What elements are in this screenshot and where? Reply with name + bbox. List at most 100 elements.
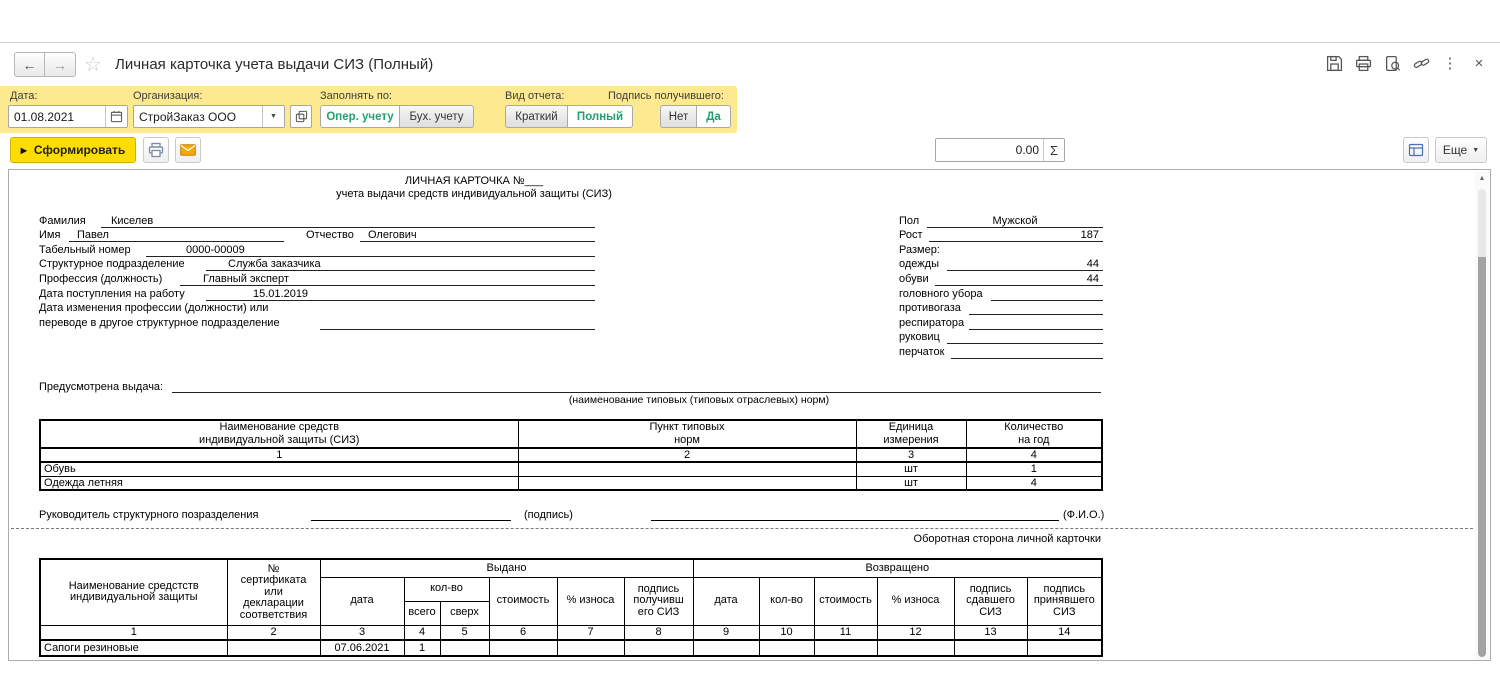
scrollbar-thumb[interactable] (1478, 257, 1486, 657)
t1-r2-unit: шт (856, 476, 966, 490)
calendar-picker-button[interactable] (105, 106, 127, 127)
link-button[interactable] (1412, 54, 1430, 72)
close-button[interactable]: × (1470, 54, 1488, 72)
respirator-label: респиратора (899, 317, 969, 330)
t1-colnum-4: 4 (966, 448, 1102, 462)
t2-header-sign-returned: подпись сдавшего СИЗ (954, 577, 1027, 625)
organization-label: Организация: (133, 90, 202, 102)
t2-r1-cert (227, 640, 320, 656)
t2-header-issued: Выдано (320, 559, 693, 577)
envelope-icon (180, 144, 196, 156)
vertical-scrollbar[interactable]: ▲ (1475, 171, 1489, 660)
signature-yes-button[interactable]: Да (697, 105, 731, 128)
save-icon (1326, 55, 1343, 72)
fill-by-accounting-button[interactable]: Бух. учету (400, 105, 474, 128)
signature-no-button[interactable]: Нет (660, 105, 697, 128)
report-type-short-button[interactable]: Краткий (505, 105, 568, 128)
title-bar: ← → ☆ Личная карточка учета выдачи СИЗ (… (0, 44, 1500, 85)
gloves-label: перчаток (899, 346, 951, 359)
t1-colnum-2: 2 (518, 448, 856, 462)
t2-colnum-7: 7 (557, 625, 624, 640)
provision-note: (наименование типовых (типовых отраслевы… (249, 394, 1149, 406)
t2-header-cost2: стоимость (814, 577, 877, 625)
t2-colnum-6: 6 (489, 625, 557, 640)
sum-field[interactable]: 0.00 Σ (935, 138, 1065, 162)
name-label: Имя (39, 229, 69, 242)
print-button[interactable] (1354, 54, 1372, 72)
sum-value[interactable]: 0.00 (936, 139, 1043, 161)
patronymic-value: Олегович (360, 229, 595, 242)
t2-r1-date2 (693, 640, 759, 656)
sum-sigma-button[interactable]: Σ (1043, 139, 1064, 161)
t2-header-qty: кол-во (404, 577, 489, 601)
organization-value[interactable]: СтройЗаказ ООО (134, 106, 262, 127)
field-gasmask-size: противогаза (899, 301, 1103, 316)
t1-colnum-1: 1 (40, 448, 518, 462)
date-input[interactable]: 01.08.2021 (8, 105, 128, 128)
table-row: Обувь шт 1 (40, 462, 1102, 476)
print-icon (1355, 55, 1372, 72)
provision-row: Предусмотрена выдача: (39, 378, 1101, 393)
more-menu-button[interactable]: ⋮ (1441, 54, 1459, 72)
date-value[interactable]: 01.08.2021 (9, 106, 105, 127)
shoes-value: 44 (935, 273, 1103, 286)
gloves-value (951, 346, 1103, 359)
person-fields-right: Пол Мужской Рост 187 Размер: одежды 44 о… (899, 213, 1103, 359)
chevron-down-icon: ▼ (1472, 147, 1479, 154)
fill-by-operational-button[interactable]: Опер. учету (320, 105, 400, 128)
back-button[interactable]: ← (14, 52, 45, 77)
field-mittens-size: руковиц (899, 330, 1103, 345)
t2-header-date: дата (320, 577, 404, 625)
t2-r1-cost2 (814, 640, 877, 656)
print-report-button[interactable] (143, 137, 169, 163)
report-title-line1: ЛИЧНАЯ КАРТОЧКА №___ (39, 175, 909, 187)
headwear-label: головного убора (899, 288, 991, 301)
t2-header-total: всего (404, 601, 440, 625)
open-link-icon (295, 110, 308, 123)
report-type-full-button[interactable]: Полный (568, 105, 633, 128)
signature-row: Руководитель структурного позразделения … (39, 508, 1109, 523)
t2-header-returned: Возвращено (693, 559, 1102, 577)
page-title: Личная карточка учета выдачи СИЗ (Полный… (115, 56, 433, 73)
app-window: ← → ☆ Личная карточка учета выдачи СИЗ (… (0, 0, 1500, 675)
generate-button[interactable]: ▶ Сформировать (10, 137, 136, 163)
forward-button[interactable]: → (45, 52, 76, 77)
respirator-value (969, 317, 1103, 330)
organization-combo[interactable]: СтройЗаказ ООО ▼ (133, 105, 285, 128)
surname-value: Киселев (101, 215, 595, 228)
signature-toggle: Нет Да (660, 105, 731, 128)
link-icon (1413, 55, 1430, 72)
surname-label: Фамилия (39, 215, 101, 228)
t2-header-wear: % износа (557, 577, 624, 625)
t2-colnum-5: 5 (440, 625, 489, 640)
profession-label: Профессия (должность) (39, 273, 180, 286)
form-settings-button[interactable] (1403, 137, 1429, 163)
fullname-note: (Ф.И.О.) (1063, 509, 1104, 521)
size-label: Размер: (899, 244, 940, 257)
report-document[interactable]: ЛИЧНАЯ КАРТОЧКА №___ учета выдачи средст… (8, 169, 1491, 661)
t2-colnum-10: 10 (759, 625, 814, 640)
close-icon: × (1475, 56, 1484, 71)
name-value: Павел (69, 229, 284, 242)
calendar-icon (110, 110, 123, 123)
field-gloves-size: перчаток (899, 344, 1103, 359)
field-headwear-size: головного убора (899, 286, 1103, 301)
combo-dropdown-button[interactable]: ▼ (262, 106, 284, 127)
mittens-label: руковиц (899, 331, 947, 344)
field-clothes-size: одежды 44 (899, 257, 1103, 272)
field-shoes-size: обуви 44 (899, 271, 1103, 286)
scrollbar-track[interactable] (1478, 189, 1486, 257)
favorite-star-icon[interactable]: ☆ (84, 52, 102, 77)
field-name-patronymic: Имя Павел Отчество Олегович (39, 228, 595, 243)
field-respirator-size: респиратора (899, 315, 1103, 330)
t1-r1-qty: 1 (966, 462, 1102, 476)
field-gender: Пол Мужской (899, 213, 1103, 228)
field-change-line2: переводе в другое структурное подразделе… (39, 315, 595, 330)
email-report-button[interactable] (175, 137, 201, 163)
preview-button[interactable] (1383, 54, 1401, 72)
more-actions-button[interactable]: Еще ▼ (1435, 137, 1487, 163)
save-button[interactable] (1325, 54, 1343, 72)
scroll-up-button[interactable]: ▲ (1475, 171, 1489, 185)
open-organization-button[interactable] (290, 105, 312, 128)
t1-colnum-3: 3 (856, 448, 966, 462)
